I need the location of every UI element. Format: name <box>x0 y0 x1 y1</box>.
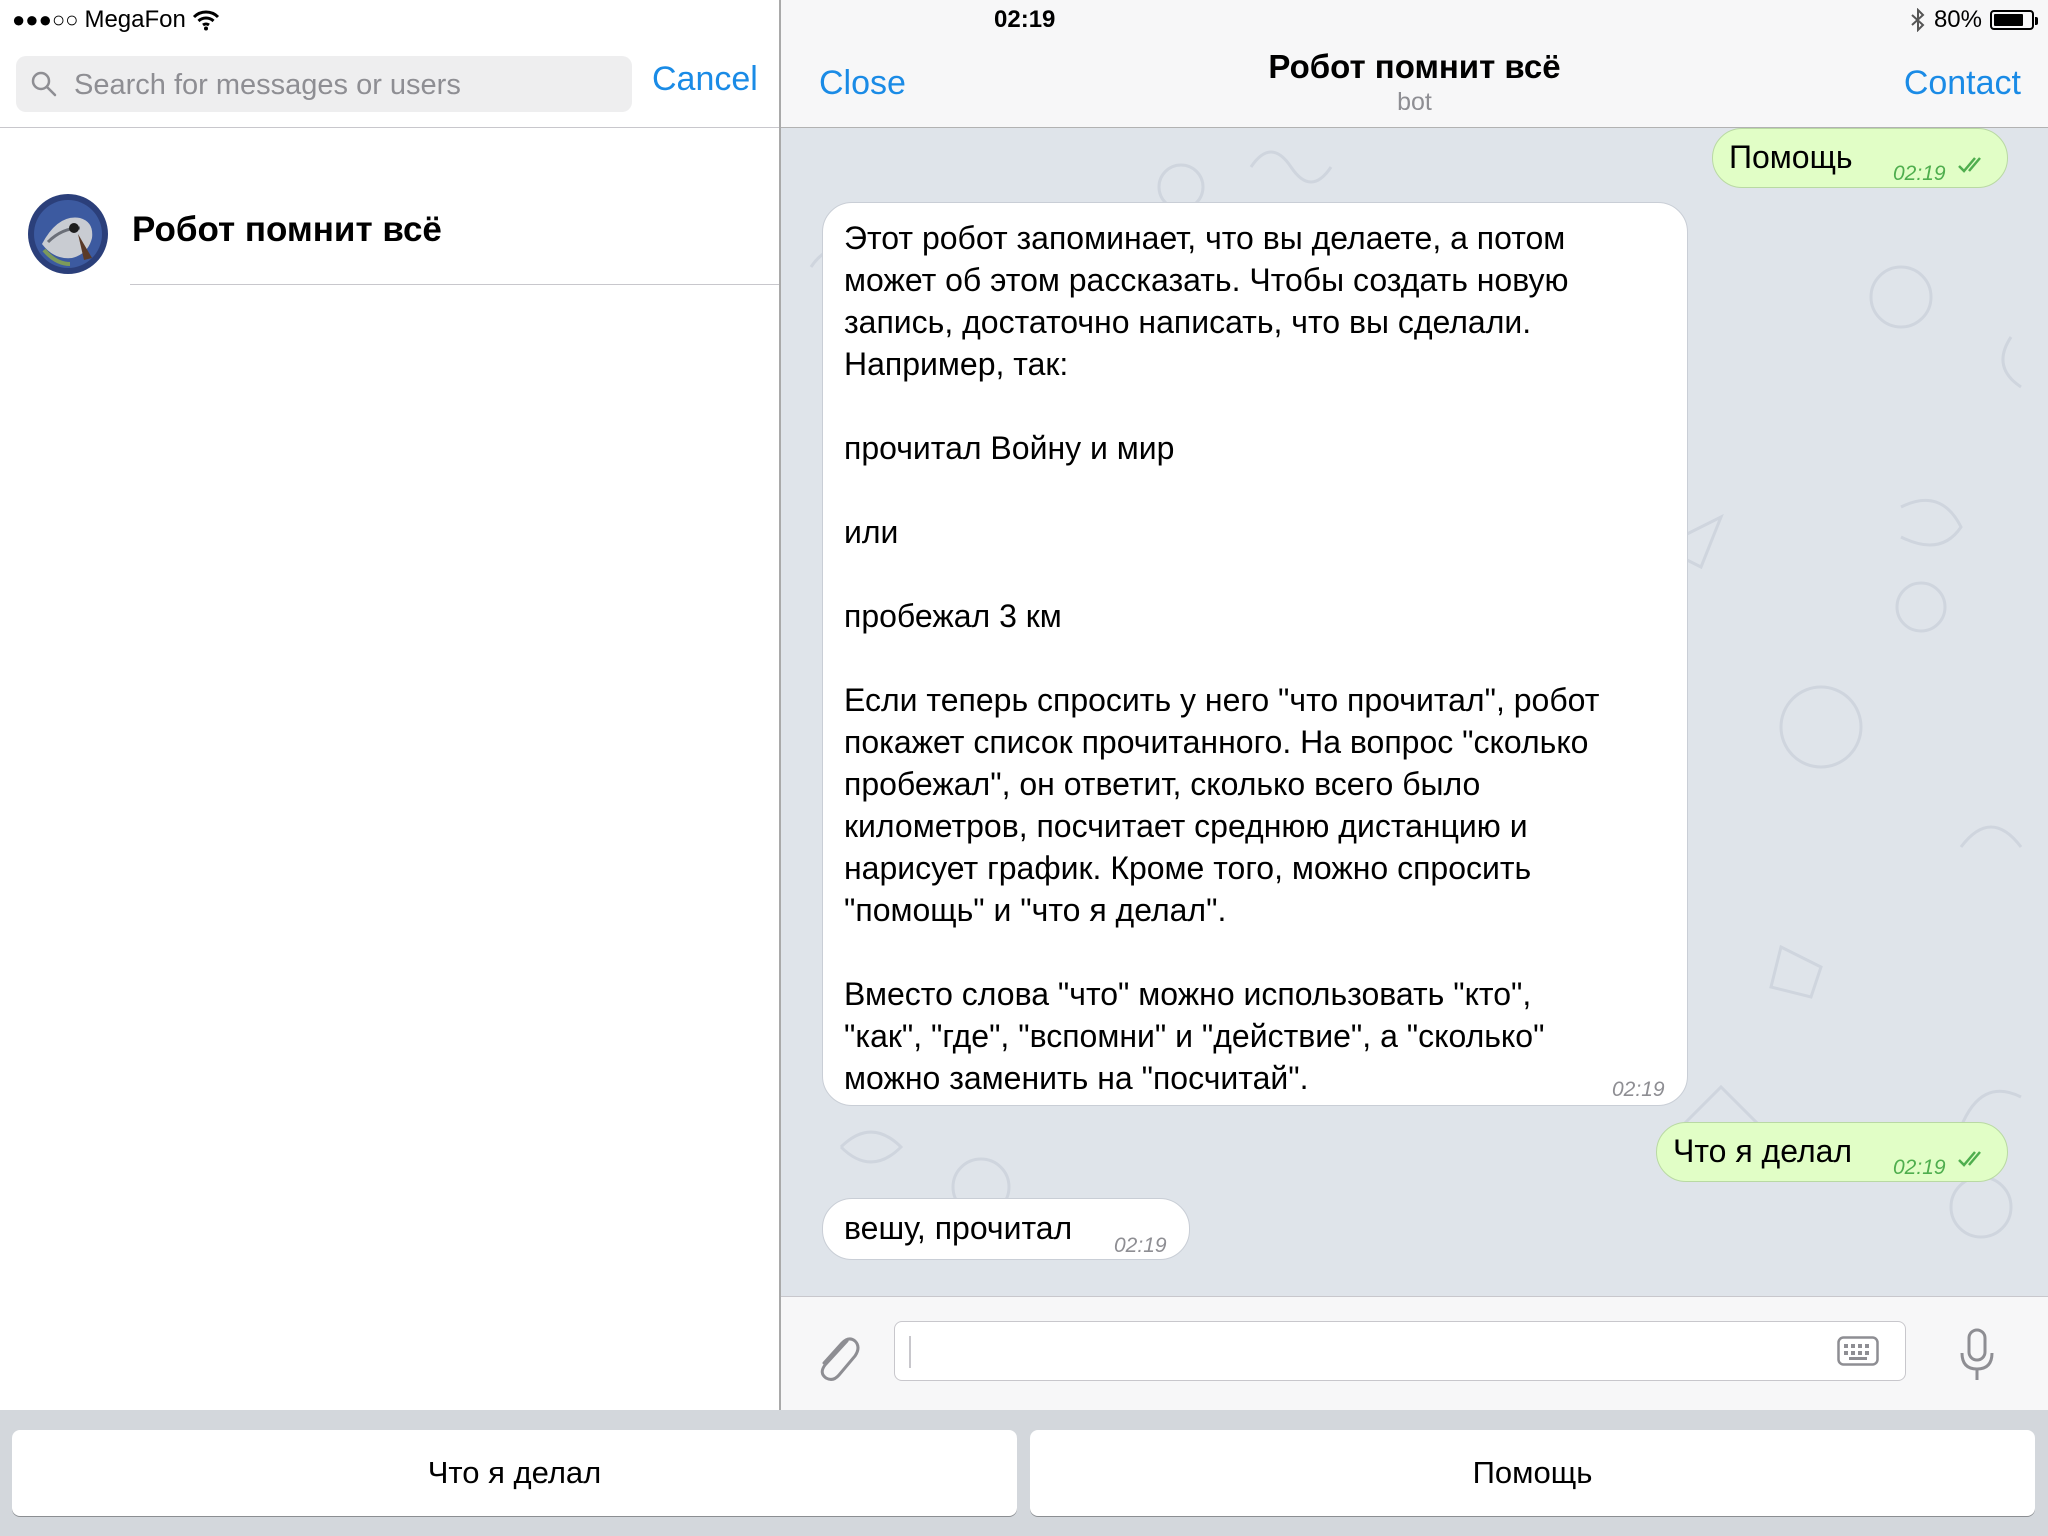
keyboard-button-what-did-i-do[interactable]: Что я делал <box>12 1430 1017 1516</box>
message-time: 02:19 <box>1893 1156 1946 1179</box>
bot-keyboard: Что я делал Помощь <box>0 1410 2048 1536</box>
search-field[interactable] <box>16 56 632 114</box>
status-left: ●●●○○ MegaFon <box>12 6 220 34</box>
message-composer <box>781 1296 2048 1410</box>
message-bubble-incoming[interactable]: вешу, прочитал 02:19 <box>822 1198 1190 1260</box>
keyboard-button-help[interactable]: Помощь <box>1030 1430 2035 1516</box>
battery-percent: 80% <box>1933 6 1982 33</box>
message-time: 02:19 <box>1114 1234 1167 1257</box>
search-icon <box>31 71 57 97</box>
battery-level <box>1994 14 2023 26</box>
message-bubble-outgoing[interactable]: Что я делал 02:19 <box>1656 1122 2008 1182</box>
contact-button[interactable]: Contact <box>1904 64 2021 103</box>
message-bubble-incoming[interactable]: Этот робот запоминает, что вы делаете, а… <box>822 202 1688 1106</box>
message-text: Этот робот запоминает, что вы делаете, а… <box>844 220 1600 1096</box>
status-bar: ●●●○○ MegaFon 02:19 80% <box>0 0 2048 42</box>
microphone-icon[interactable] <box>1957 1327 1997 1383</box>
bluetooth-icon <box>1911 8 1925 32</box>
status-time: 02:19 <box>994 6 1056 33</box>
battery-icon <box>1990 10 2038 30</box>
result-name: Робот помнит всё <box>132 210 442 249</box>
message-text: вешу, прочитал <box>844 1210 1073 1246</box>
cancel-button[interactable]: Cancel <box>652 60 758 99</box>
search-pane: Cancel Робот помнит всё <box>0 0 781 1410</box>
message-bubble-outgoing[interactable]: Помощь 02:19 <box>1712 128 2008 188</box>
avatar <box>28 194 108 274</box>
read-receipt-icon <box>1958 157 1981 173</box>
paperclip-icon[interactable] <box>811 1327 861 1383</box>
chat-subtitle: bot <box>1397 88 1432 116</box>
message-input[interactable] <box>894 1321 1906 1381</box>
text-caret <box>909 1336 911 1368</box>
message-text: Что я делал <box>1673 1133 1853 1169</box>
chat-title[interactable]: Робот помнит всё <box>781 48 2048 86</box>
message-text: Помощь <box>1729 139 1853 175</box>
read-receipt-icon <box>1958 1151 1981 1167</box>
search-input[interactable] <box>72 56 616 114</box>
wifi-icon <box>192 10 219 31</box>
message-time: 02:19 <box>1612 1078 1665 1101</box>
search-result-item[interactable]: Робот помнит всё <box>0 178 779 286</box>
divider <box>130 284 779 285</box>
status-right: 80% <box>1910 6 2038 34</box>
chat-pane: Close Робот помнит всё bot Contact Помощ… <box>781 0 2048 1410</box>
keyboard-icon[interactable] <box>1837 1336 1879 1366</box>
search-bar: Cancel <box>0 42 779 128</box>
carrier-name: MegaFon <box>84 6 186 33</box>
message-time: 02:19 <box>1893 162 1946 185</box>
signal-strength: ●●●○○ <box>12 7 79 32</box>
